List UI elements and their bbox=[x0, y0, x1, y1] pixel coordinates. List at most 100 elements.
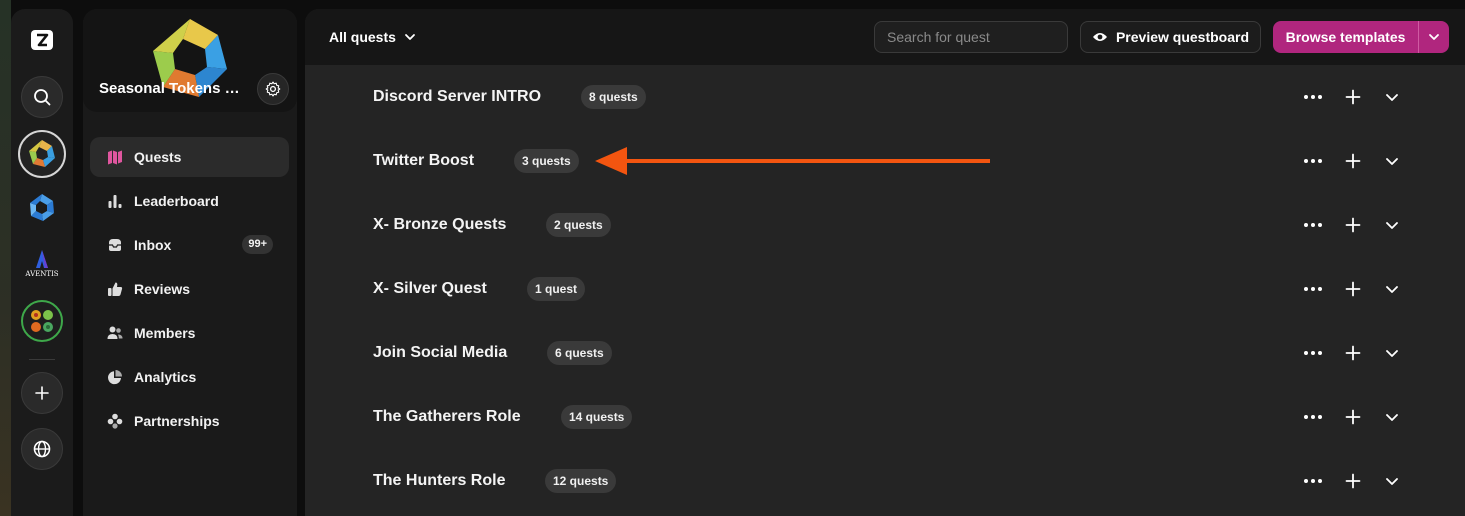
explore-button[interactable] bbox=[21, 428, 63, 470]
quest-category-title[interactable]: Join Social Media bbox=[373, 344, 507, 362]
nav-item-label: Inbox bbox=[134, 237, 172, 253]
more-options-button[interactable] bbox=[1301, 406, 1325, 428]
chevron-down-icon bbox=[1385, 474, 1399, 488]
more-options-button[interactable] bbox=[1301, 470, 1325, 492]
quest-count-badge: 2 quests bbox=[546, 213, 611, 237]
nav-item-analytics[interactable]: Analytics bbox=[90, 357, 289, 397]
rail-search-button[interactable] bbox=[21, 76, 63, 118]
quest-category-title[interactable]: Discord Server INTRO bbox=[373, 88, 541, 106]
nav-item-label: Quests bbox=[134, 149, 182, 165]
chevron-down-icon bbox=[1429, 34, 1439, 40]
nav-item-members[interactable]: Members bbox=[90, 313, 289, 353]
nav-item-label: Analytics bbox=[134, 369, 197, 385]
quest-category-title[interactable]: The Hunters Role bbox=[373, 472, 505, 490]
browse-templates-menu-button[interactable] bbox=[1418, 21, 1449, 53]
plus-icon bbox=[1345, 89, 1361, 105]
z-logo-icon bbox=[31, 30, 53, 50]
plus-icon bbox=[1345, 217, 1361, 233]
rail-community-blue[interactable] bbox=[21, 187, 63, 229]
flower-logo-icon bbox=[31, 310, 53, 332]
annotation-arrow bbox=[595, 147, 990, 175]
add-quest-button[interactable] bbox=[1341, 150, 1365, 172]
more-horizontal-icon bbox=[1303, 414, 1323, 420]
quest-count-badge: 1 quest bbox=[527, 277, 586, 301]
inbox-icon bbox=[106, 236, 124, 254]
nav-item-quests[interactable]: Quests bbox=[90, 137, 289, 177]
nav-item-leaderboard[interactable]: Leaderboard bbox=[90, 181, 289, 221]
add-quest-button[interactable] bbox=[1341, 342, 1365, 364]
plus-icon bbox=[1345, 153, 1361, 169]
community-name: Seasonal Tokens Community bbox=[99, 80, 249, 97]
plus-icon bbox=[1345, 409, 1361, 425]
quest-count-badge: 14 quests bbox=[561, 405, 633, 429]
expand-category-button[interactable] bbox=[1380, 406, 1404, 428]
quest-category-title[interactable]: X- Bronze Quests bbox=[373, 216, 506, 234]
expand-category-button[interactable] bbox=[1380, 470, 1404, 492]
quest-category-title[interactable]: X- Silver Quest bbox=[373, 280, 487, 298]
browse-templates-button[interactable]: Browse templates bbox=[1273, 21, 1418, 53]
nav-item-inbox[interactable]: Inbox 99+ bbox=[90, 225, 289, 265]
rail-community-seasonal-tokens[interactable] bbox=[18, 130, 66, 178]
search-icon bbox=[34, 89, 51, 106]
more-options-button[interactable] bbox=[1301, 86, 1325, 108]
community-banner: Seasonal Tokens Community bbox=[83, 9, 297, 112]
nav-item-label: Members bbox=[134, 325, 196, 341]
rail-community-flowers[interactable] bbox=[21, 300, 63, 342]
expand-category-button[interactable] bbox=[1380, 86, 1404, 108]
globe-icon bbox=[33, 440, 51, 458]
rail-divider bbox=[29, 359, 55, 360]
expand-category-button[interactable] bbox=[1380, 214, 1404, 236]
add-quest-button[interactable] bbox=[1341, 470, 1365, 492]
add-quest-button[interactable] bbox=[1341, 214, 1365, 236]
nav-item-partnerships[interactable]: Partnerships bbox=[90, 401, 289, 441]
chevron-down-icon bbox=[1385, 346, 1399, 360]
chevron-down-icon bbox=[1385, 154, 1399, 168]
more-options-button[interactable] bbox=[1301, 150, 1325, 172]
quest-filter-dropdown[interactable]: All quests bbox=[329, 26, 416, 48]
expand-category-button[interactable] bbox=[1380, 342, 1404, 364]
plus-icon bbox=[1345, 281, 1361, 297]
add-quest-button[interactable] bbox=[1341, 278, 1365, 300]
add-quest-button[interactable] bbox=[1341, 406, 1365, 428]
quest-category-row[interactable]: X- Silver Quest 1 quest bbox=[305, 257, 1465, 321]
blue-swirl-logo-icon bbox=[30, 194, 54, 221]
quest-category-row[interactable]: Join Social Media 6 quests bbox=[305, 321, 1465, 385]
more-options-button[interactable] bbox=[1301, 278, 1325, 300]
more-horizontal-icon bbox=[1303, 222, 1323, 228]
add-community-button[interactable] bbox=[21, 372, 63, 414]
more-options-button[interactable] bbox=[1301, 342, 1325, 364]
more-horizontal-icon bbox=[1303, 350, 1323, 356]
quest-category-row[interactable]: X- Bronze Quests 2 quests bbox=[305, 193, 1465, 257]
expand-category-button[interactable] bbox=[1380, 150, 1404, 172]
plus-icon bbox=[1345, 345, 1361, 361]
community-rail: AVENTIS bbox=[11, 9, 73, 516]
map-icon bbox=[106, 148, 124, 166]
quest-count-badge: 6 quests bbox=[547, 341, 612, 365]
nav-item-label: Leaderboard bbox=[134, 193, 219, 209]
more-horizontal-icon bbox=[1303, 286, 1323, 292]
nav-item-reviews[interactable]: Reviews bbox=[90, 269, 289, 309]
community-settings-button[interactable] bbox=[257, 73, 289, 105]
quest-count-badge: 3 quests bbox=[514, 149, 579, 173]
quest-category-row[interactable]: The Hunters Role 12 quests bbox=[305, 449, 1465, 513]
preview-questboard-label: Preview questboard bbox=[1115, 29, 1250, 45]
svg-text:AVENTIS: AVENTIS bbox=[24, 270, 58, 278]
quest-category-title[interactable]: Twitter Boost bbox=[373, 152, 474, 170]
more-options-button[interactable] bbox=[1301, 214, 1325, 236]
puzzle-icon bbox=[106, 412, 124, 430]
inbox-count-badge: 99+ bbox=[242, 235, 273, 254]
preview-questboard-button[interactable]: Preview questboard bbox=[1080, 21, 1261, 53]
more-horizontal-icon bbox=[1303, 158, 1323, 164]
quest-filter-label: All quests bbox=[329, 29, 396, 45]
app-logo[interactable] bbox=[30, 29, 54, 51]
quest-category-row[interactable]: Discord Server INTRO 8 quests bbox=[305, 65, 1465, 129]
add-quest-button[interactable] bbox=[1341, 86, 1365, 108]
expand-category-button[interactable] bbox=[1380, 278, 1404, 300]
quest-search-input[interactable] bbox=[874, 21, 1068, 53]
rail-community-aventis[interactable]: AVENTIS bbox=[21, 243, 63, 285]
community-sidebar: Seasonal Tokens Community Quests Leaderb bbox=[83, 9, 297, 516]
quest-category-title[interactable]: The Gatherers Role bbox=[373, 408, 521, 426]
quest-category-row[interactable]: The Gatherers Role 14 quests bbox=[305, 385, 1465, 449]
questboard-panel: All quests Preview questboard Browse tem… bbox=[305, 9, 1465, 516]
chevron-down-icon bbox=[1385, 218, 1399, 232]
